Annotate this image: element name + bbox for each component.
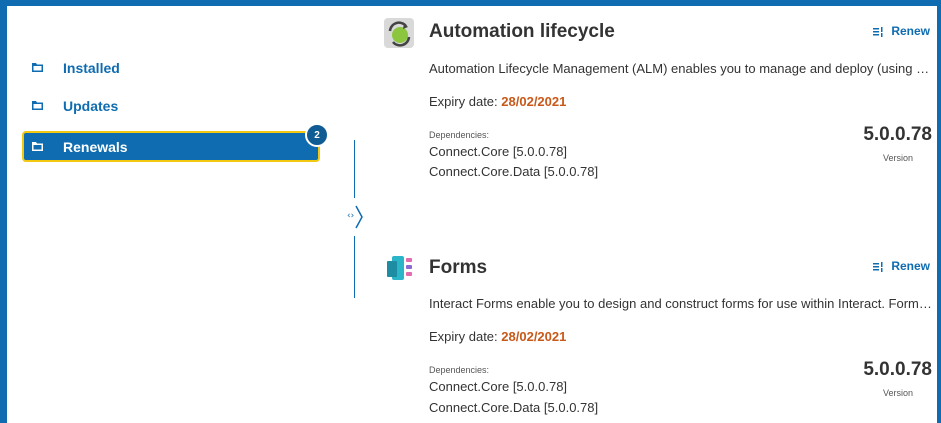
dependencies-label: Dependencies: <box>429 365 490 375</box>
dependency-item: Connect.Core [5.0.0.78] <box>429 144 568 159</box>
automation-lifecycle-icon <box>384 18 414 48</box>
panel-toggle-button[interactable]: ‹› <box>347 204 367 230</box>
expiry-date: Expiry date: 28/02/2021 <box>429 329 566 344</box>
forms-icon <box>384 253 414 283</box>
sidebar-item-label: Updates <box>63 98 119 114</box>
sidebar-item-updates[interactable]: Updates <box>22 92 320 120</box>
expiry-prefix: Expiry date: <box>429 94 498 109</box>
expiry-date: Expiry date: 28/02/2021 <box>429 94 566 109</box>
window-frame-top <box>0 0 941 6</box>
folder-icon <box>32 142 43 151</box>
sidebar-item-renewals[interactable]: Renewals <box>22 131 320 162</box>
package-title: Forms <box>429 257 488 278</box>
folder-icon <box>32 101 43 110</box>
renew-button[interactable]: Renew <box>873 259 930 273</box>
version-number: 5.0.0.78 <box>863 359 932 380</box>
chevron-right-icon <box>354 204 364 235</box>
sidebar-item-label: Renewals <box>63 138 128 155</box>
dependencies-label: Dependencies: <box>429 130 490 140</box>
package-card-automation-lifecycle: Automation lifecycle Renew Automation Li… <box>384 18 938 193</box>
expiry-prefix: Expiry date: <box>429 329 498 344</box>
version-label: Version <box>882 153 913 163</box>
dependency-item: Connect.Core.Data [5.0.0.78] <box>429 164 599 179</box>
panel-divider-lower <box>354 236 355 298</box>
renew-icon <box>873 261 885 272</box>
renew-label: Renew <box>891 259 930 273</box>
package-card-forms: Forms Renew Interact Forms enable you to… <box>384 253 938 423</box>
window-frame-left <box>0 0 7 423</box>
renew-icon <box>873 26 885 37</box>
dependency-item: Connect.Core.Data [5.0.0.78] <box>429 400 599 415</box>
version-label: Version <box>882 388 913 398</box>
expiry-date-value: 28/02/2021 <box>501 329 567 344</box>
folder-icon <box>32 63 43 72</box>
renewals-count-badge: 2 <box>305 123 329 147</box>
package-description: Automation Lifecycle Management (ALM) en… <box>429 61 933 76</box>
sidebar-item-label: Installed <box>63 60 120 76</box>
sidebar-item-installed[interactable]: Installed <box>22 54 320 82</box>
renew-label: Renew <box>891 24 930 38</box>
package-title: Automation lifecycle <box>429 21 615 42</box>
expiry-date-value: 28/02/2021 <box>501 94 567 109</box>
dependency-item: Connect.Core [5.0.0.78] <box>429 379 568 394</box>
version-number: 5.0.0.78 <box>863 124 932 145</box>
package-description: Interact Forms enable you to design and … <box>429 296 933 311</box>
panel-divider-upper <box>354 140 355 198</box>
renew-button[interactable]: Renew <box>873 24 930 38</box>
